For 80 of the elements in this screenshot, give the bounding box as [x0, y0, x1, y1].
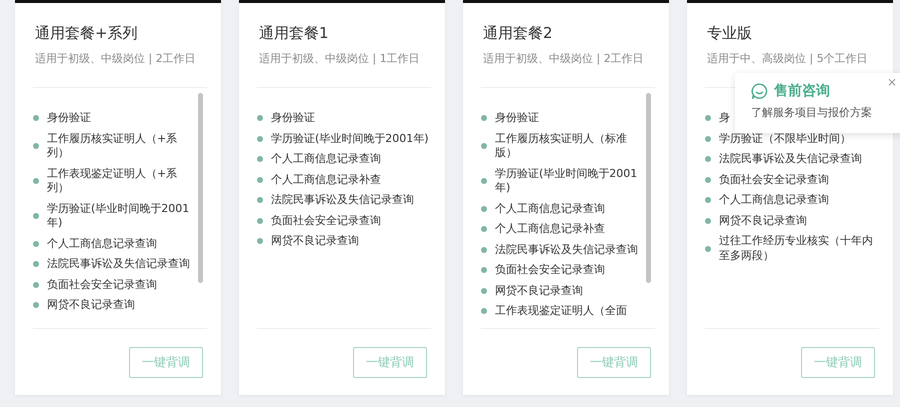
bullet-icon: [705, 136, 711, 142]
check-button[interactable]: 一键背调: [577, 347, 651, 378]
feature-text: 负面社会安全记录查询: [47, 278, 157, 292]
feature-text: 个人工商信息记录查询: [47, 236, 157, 251]
bullet-icon: [33, 282, 39, 288]
feature-text: 个人工商信息记录查询: [719, 193, 829, 208]
bullet-icon: [481, 246, 487, 253]
feature-text: 学历验证(毕业时间晚于2001年): [495, 166, 638, 196]
feature-text: 法院民事诉讼及失信记录查询: [719, 152, 862, 166]
bullet-icon: [257, 176, 263, 183]
feature-text: 法院民事诉讼及失信记录查询: [47, 257, 190, 272]
popup-text: 了解服务项目与报价方案: [751, 106, 873, 120]
bullet-icon: [481, 267, 487, 274]
plan-subtitle: 适用于初级、中级岗位 | 2工作日: [35, 51, 197, 67]
scrollbar[interactable]: [646, 93, 651, 283]
scrollbar[interactable]: [198, 93, 203, 283]
bullet-icon: [33, 240, 39, 247]
feature-text: 学历验证(毕业时间晚于2001年): [47, 202, 190, 230]
feature-text: 身份验证: [271, 111, 315, 126]
bullet-icon: [257, 136, 263, 142]
bullet-icon: [705, 156, 711, 162]
feature-text: 网贷不良记录查询: [495, 284, 583, 298]
bullet-icon: [33, 261, 39, 268]
feature-text: 网贷不良记录查询: [271, 234, 359, 248]
bullet-icon: [481, 178, 487, 184]
feature-text: 个人工商信息记录查询: [271, 152, 381, 166]
bullet-icon: [481, 288, 487, 294]
bullet-icon: [33, 302, 39, 308]
popup-title: 售前咨询: [774, 82, 830, 100]
bullet-icon: [33, 115, 39, 122]
check-button[interactable]: 一键背调: [801, 347, 875, 378]
bullet-icon: [33, 213, 39, 219]
check-button[interactable]: 一键背调: [353, 347, 427, 378]
feature-text: 负面社会安全记录查询: [271, 214, 381, 228]
plan-subtitle: 适用于初级、中级岗位 | 1工作日: [259, 51, 421, 67]
bullet-icon: [257, 197, 263, 204]
bullet-icon: [33, 143, 39, 149]
feature-text: 工作履历核实证明人（标准版）: [495, 132, 628, 160]
feature-text: 负面社会安全记录查询: [495, 263, 605, 278]
bullet-icon: [257, 156, 263, 162]
feature-text: 过往工作经历专业核实（十年内至多两段）: [719, 234, 874, 263]
feature-text: 学历验证(毕业时间晚于2001年): [271, 132, 429, 146]
feature-text: 身份验证: [495, 111, 539, 126]
feature-text: 法院民事诉讼及失信记录查询: [271, 193, 414, 208]
bullet-icon: [705, 115, 711, 122]
bullet-icon: [257, 238, 263, 244]
feature-text: 身: [719, 111, 730, 126]
bullet-icon: [481, 206, 487, 212]
bullet-icon: [705, 246, 711, 252]
feature-text: 网贷不良记录查询: [719, 214, 807, 228]
feature-text: 工作表现鉴定证明人（+系列）: [47, 166, 178, 196]
bullet-icon: [705, 218, 711, 224]
feature-text: 学历验证（不限毕业时间）: [719, 132, 851, 146]
bullet-icon: [481, 143, 487, 149]
feature-text: 工作履历核实证明人（+系列）: [47, 132, 178, 160]
plan-title: 通用套餐2: [483, 23, 554, 43]
bullet-icon: [481, 308, 487, 314]
bullet-icon: [257, 218, 263, 224]
feature-text: 个人工商信息记录补查: [495, 222, 605, 236]
check-button[interactable]: 一键背调: [129, 347, 203, 378]
feature-text: 负面社会安全记录查询: [719, 172, 829, 187]
bullet-icon: [705, 176, 711, 183]
bullet-icon: [705, 197, 711, 204]
feature-text: 个人工商信息记录查询: [495, 202, 605, 216]
plan-title: 通用套餐+系列: [35, 23, 139, 43]
bullet-icon: [33, 178, 39, 184]
bullet-icon: [481, 226, 487, 232]
bullet-icon: [481, 115, 487, 122]
feature-text: 个人工商信息记录补查: [271, 172, 381, 187]
plan-subtitle: 适用于初级、中级岗位 | 2工作日: [483, 51, 645, 67]
plan-title: 通用套餐1: [259, 23, 330, 43]
feature-text: 工作表现鉴定证明人（全面: [495, 304, 627, 318]
feature-text: 身份验证: [47, 111, 91, 126]
feature-text: 网贷不良记录查询: [47, 298, 135, 312]
plan-title: 专业版: [707, 23, 753, 43]
plan-subtitle: 适用于中、高级岗位 | 5个工作日: [707, 51, 869, 67]
smiley-icon: [751, 82, 768, 100]
bullet-icon: [257, 115, 263, 122]
feature-text: 法院民事诉讼及失信记录查询: [495, 242, 638, 257]
close-button[interactable]: ×: [887, 75, 898, 89]
